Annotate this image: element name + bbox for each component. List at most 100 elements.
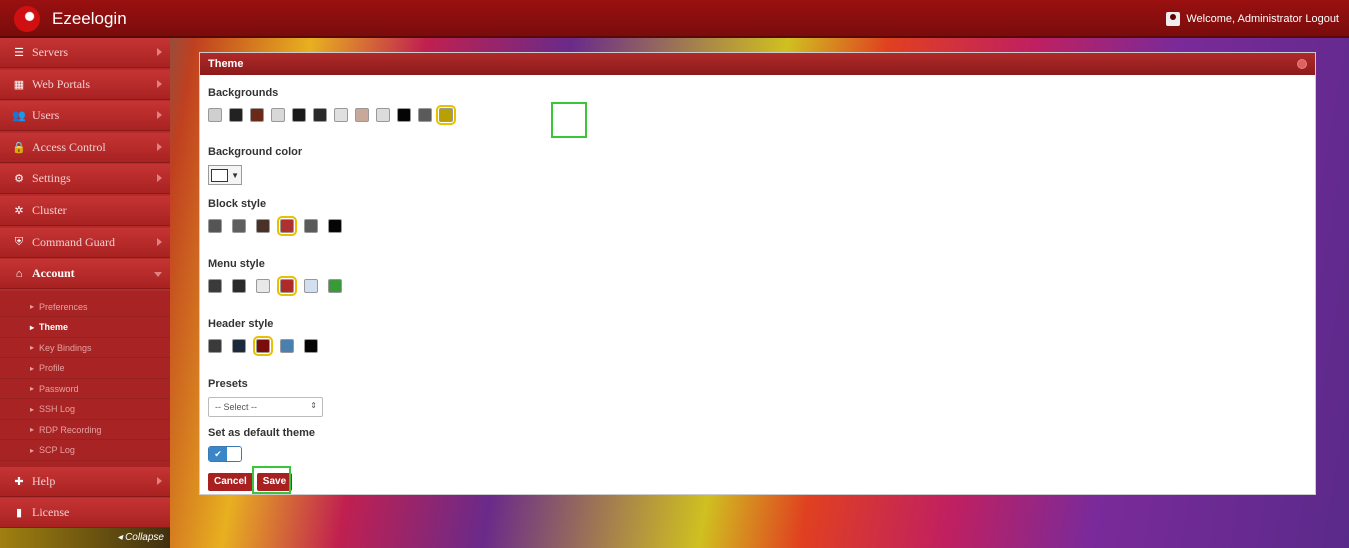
panel-title: Theme bbox=[208, 58, 244, 70]
color-swatch bbox=[211, 168, 229, 182]
user-welcome-text[interactable]: Welcome, Administrator Logout bbox=[1186, 13, 1339, 25]
check-icon: ✔ bbox=[209, 447, 227, 461]
background-color-section: Background color ▼ bbox=[208, 146, 302, 185]
caret-down-icon: ▼ bbox=[231, 170, 239, 180]
header-style-swatch[interactable] bbox=[253, 336, 273, 356]
menu-style-label: Menu style bbox=[208, 258, 265, 270]
chevron-icon bbox=[157, 476, 162, 485]
sidebar-item-label: Servers bbox=[32, 45, 68, 59]
background-swatch[interactable] bbox=[208, 108, 222, 122]
grid-icon: ▦ bbox=[13, 78, 25, 91]
sidebar-item-label: Users bbox=[32, 108, 60, 123]
submenu-item-preferences[interactable]: Preferences bbox=[0, 297, 170, 318]
menu-style-swatch[interactable] bbox=[256, 279, 270, 293]
background-swatch[interactable] bbox=[292, 108, 306, 122]
submenu-item-password[interactable]: Password bbox=[0, 379, 170, 400]
background-color-picker[interactable]: ▼ bbox=[208, 165, 242, 185]
sidebar-item-users[interactable]: 👥 Users bbox=[0, 101, 170, 132]
submenu-item-theme[interactable]: Theme bbox=[0, 317, 170, 338]
user-menu[interactable]: Welcome, Administrator Logout bbox=[1166, 12, 1339, 26]
cancel-button[interactable]: Cancel bbox=[208, 473, 253, 491]
header-style-swatch[interactable] bbox=[280, 339, 294, 353]
select-arrows-icon: ⇕ bbox=[310, 401, 317, 410]
sidebar-item-web-portals[interactable]: ▦ Web Portals bbox=[0, 69, 170, 100]
chevron-icon bbox=[157, 174, 162, 183]
block-style-swatch[interactable] bbox=[256, 219, 270, 233]
sidebar-item-account[interactable]: ⌂ Account bbox=[0, 259, 170, 290]
header-style-swatch[interactable] bbox=[304, 339, 318, 353]
shield-icon: ⛨ bbox=[14, 235, 24, 248]
chevron-icon bbox=[157, 237, 162, 246]
chevron-icon bbox=[157, 111, 162, 120]
block-style-swatch[interactable] bbox=[304, 219, 318, 233]
chevron-icon bbox=[157, 79, 162, 88]
sidebar-item-label: Access Control bbox=[32, 139, 106, 154]
account-submenu: PreferencesThemeKey BindingsProfilePassw… bbox=[0, 290, 170, 467]
sidebar-item-label: Account bbox=[32, 266, 75, 281]
submenu-item-profile[interactable]: Profile bbox=[0, 358, 170, 379]
background-swatch[interactable] bbox=[436, 105, 456, 125]
background-swatch[interactable] bbox=[271, 108, 285, 122]
submenu-item-scp-log[interactable]: SCP Log bbox=[0, 440, 170, 461]
background-color-label: Background color bbox=[208, 146, 303, 158]
presets-section: Presets -- Select -- ⇕ bbox=[208, 378, 323, 417]
presets-select[interactable]: -- Select -- ⇕ bbox=[208, 397, 323, 417]
default-theme-toggle[interactable]: ✔ bbox=[208, 446, 242, 462]
user-icon bbox=[1166, 12, 1181, 26]
collapse-button[interactable]: ◂ Collapse bbox=[0, 528, 170, 548]
background-swatch[interactable] bbox=[355, 108, 369, 122]
logo-icon bbox=[14, 6, 40, 32]
menu-style-swatch[interactable] bbox=[208, 279, 222, 293]
sidebar-item-label: Command Guard bbox=[32, 234, 115, 249]
home-icon: ⌂ bbox=[15, 267, 23, 280]
sidebar-item-label: Settings bbox=[32, 171, 71, 186]
background-swatch[interactable] bbox=[418, 108, 432, 122]
close-icon[interactable] bbox=[1297, 59, 1307, 69]
cluster-icon: ✲ bbox=[14, 204, 24, 217]
backgrounds-section: Backgrounds bbox=[208, 87, 456, 125]
app-title: Ezeelogin bbox=[52, 9, 127, 28]
header-style-section: Header style bbox=[208, 318, 318, 356]
list-icon: ☰ bbox=[14, 47, 24, 59]
sidebar-item-cluster[interactable]: ✲ Cluster bbox=[0, 195, 170, 226]
submenu-item-key-bindings[interactable]: Key Bindings bbox=[0, 338, 170, 359]
default-theme-section: Set as default theme ✔ bbox=[208, 427, 315, 462]
sidebar-item-license[interactable]: ▮ License bbox=[0, 498, 170, 529]
sidebar-item-label: Web Portals bbox=[32, 76, 91, 91]
default-theme-label: Set as default theme bbox=[208, 427, 315, 439]
menu-style-swatch[interactable] bbox=[304, 279, 318, 293]
sidebar-item-label: Help bbox=[32, 473, 56, 488]
menu-style-swatch[interactable] bbox=[277, 276, 297, 296]
lock-icon: 🔒 bbox=[12, 141, 26, 154]
block-style-swatch[interactable] bbox=[232, 219, 246, 233]
save-highlight bbox=[252, 466, 291, 494]
menu-style-section: Menu style bbox=[208, 258, 342, 296]
submenu-item-rdp-recording[interactable]: RDP Recording bbox=[0, 420, 170, 441]
background-swatch[interactable] bbox=[376, 108, 390, 122]
background-swatch[interactable] bbox=[397, 108, 411, 122]
top-bar: Ezeelogin Welcome, Administrator Logout bbox=[0, 0, 1349, 38]
panel-header: Theme bbox=[200, 53, 1315, 75]
block-style-swatch[interactable] bbox=[277, 216, 297, 236]
menu-style-swatch[interactable] bbox=[328, 279, 342, 293]
sidebar-item-help[interactable]: ✚ Help bbox=[0, 466, 170, 497]
background-swatch[interactable] bbox=[229, 108, 243, 122]
background-swatch[interactable] bbox=[250, 108, 264, 122]
background-swatch[interactable] bbox=[313, 108, 327, 122]
sidebar-item-access-control[interactable]: 🔒 Access Control bbox=[0, 132, 170, 163]
sidebar-item-settings[interactable]: ⚙ Settings bbox=[0, 164, 170, 195]
submenu-item-ssh-log[interactable]: SSH Log bbox=[0, 399, 170, 420]
sidebar-item-servers[interactable]: ☰ Servers bbox=[0, 38, 170, 68]
sidebar-item-command-guard[interactable]: ⛨ Command Guard bbox=[0, 227, 170, 258]
menu-style-swatch[interactable] bbox=[232, 279, 246, 293]
presets-select-value: -- Select -- bbox=[215, 402, 258, 412]
sidebar-item-label: Cluster bbox=[32, 202, 67, 217]
block-style-swatch[interactable] bbox=[328, 219, 342, 233]
presets-label: Presets bbox=[208, 378, 248, 390]
background-swatch[interactable] bbox=[334, 108, 348, 122]
header-style-swatch[interactable] bbox=[208, 339, 222, 353]
license-icon: ▮ bbox=[15, 507, 23, 520]
block-style-swatch[interactable] bbox=[208, 219, 222, 233]
header-style-label: Header style bbox=[208, 318, 274, 330]
header-style-swatch[interactable] bbox=[232, 339, 246, 353]
